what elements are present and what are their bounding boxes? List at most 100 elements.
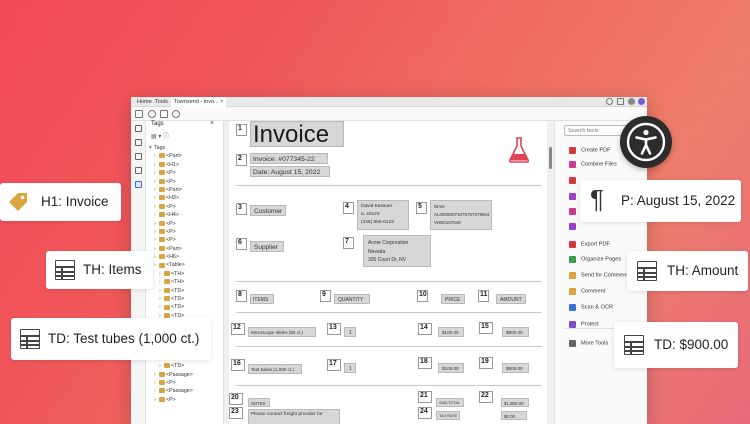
tag-tree-item[interactable]: ›<TD> (149, 287, 224, 295)
document-scrollbar[interactable] (547, 121, 554, 424)
tag-tree-item[interactable]: › <Part> (149, 245, 224, 253)
tag-order-marker: 3 (236, 203, 247, 215)
row2-quantity: 1 (344, 363, 356, 373)
tag-tree-item[interactable]: › <Part> (149, 186, 224, 194)
tool-item[interactable]: Comment (569, 288, 605, 298)
tag-tree-item[interactable]: › <H6> (149, 253, 224, 261)
tag-tree-label: <P> (166, 220, 176, 227)
tool-label: Create PDF (581, 147, 611, 154)
avatar[interactable] (638, 98, 645, 105)
table-icon (55, 260, 75, 280)
notifications-icon[interactable] (617, 98, 624, 105)
tag-order-marker: 21 (418, 391, 432, 403)
divider (236, 385, 542, 386)
supplier-line: Nevada (368, 248, 386, 255)
row2-price: $100.00 (438, 363, 464, 373)
tag-tree-item[interactable]: › <Passage> (149, 371, 224, 379)
attachment-icon[interactable] (135, 167, 142, 174)
save-icon[interactable] (135, 110, 143, 118)
tag-tree-item[interactable]: › <H4> (149, 211, 224, 219)
tag-icon[interactable] (135, 181, 142, 188)
tab-home[interactable]: Home (137, 99, 152, 105)
tag-order-marker: 11 (478, 290, 489, 302)
tab-document[interactable]: Townsend - Invo... × (171, 97, 227, 107)
upload-icon[interactable] (148, 110, 156, 118)
tag-tree-item[interactable]: › <Table> (149, 261, 224, 269)
tag-tree-label: Tags (154, 145, 166, 151)
tool-item[interactable]: Organize Pages (569, 256, 621, 266)
tag-icon (159, 388, 165, 394)
tag-tree-label: <Passage> (166, 371, 193, 378)
tag-icon (164, 279, 170, 285)
tag-order-marker: 10 (417, 290, 428, 302)
customer-line: (345) 555-0123 (361, 220, 394, 225)
tag-icon (159, 212, 165, 218)
tag-tree-item[interactable]: ›<TD> (149, 362, 224, 370)
tool-item[interactable]: Protect (569, 321, 599, 331)
tag-tree-label: <P> (166, 379, 176, 386)
customer-line: IL 40123 (361, 212, 380, 217)
tag-tree-item[interactable]: › <H3> (149, 194, 224, 202)
tool-item[interactable] (569, 223, 581, 233)
tool-icon (569, 256, 576, 263)
search-icon[interactable] (172, 110, 180, 118)
tag-tree-label: <TH> (171, 279, 185, 286)
scrollbar-thumb[interactable] (549, 147, 552, 169)
tag-tree-item[interactable]: › <Part> (149, 152, 224, 160)
tool-icon (569, 241, 576, 248)
tag-icon (159, 170, 165, 176)
tag-icon (164, 304, 170, 310)
tag-icon (164, 363, 170, 369)
tag-tree-item[interactable]: › <Passage> (149, 387, 224, 395)
bookmark-icon[interactable] (135, 139, 142, 146)
tool-icon (569, 272, 576, 279)
apps-icon[interactable] (628, 98, 635, 105)
tag-tree-item[interactable]: › <TH> (149, 270, 224, 278)
tool-item[interactable]: Combine Files (569, 161, 617, 171)
layers-icon[interactable] (135, 153, 142, 160)
paragraph-icon: ¶ (590, 184, 604, 214)
tab-close-icon[interactable]: × (220, 99, 223, 105)
tag-tree-item[interactable]: › <P> (149, 379, 224, 387)
tag-tree-label: <Part> (166, 245, 182, 252)
tag-tree-item[interactable]: › <P> (149, 169, 224, 177)
tag-tree-label: <H1> (166, 161, 179, 168)
pages-icon[interactable] (135, 125, 142, 132)
tag-order-marker: 20 (229, 393, 243, 405)
tag-tree-item[interactable]: ›<TD> (149, 303, 224, 311)
tab-tools[interactable]: Tools (155, 99, 168, 105)
customer-label: Customer (250, 205, 286, 216)
iban-line: VHB0107648 (434, 220, 461, 225)
tool-item[interactable]: Export PDF (569, 241, 610, 251)
callout-td-test-tubes: TD: Test tubes (1,000 ct.) (11, 318, 211, 360)
tool-item[interactable]: More Tools (569, 340, 608, 350)
tag-tree-item[interactable]: › <TH> (149, 278, 224, 286)
acrobat-window: Home Tools Townsend - Invo... × Tags × ▤… (131, 97, 647, 424)
accessibility-icon (626, 122, 666, 162)
tag-order-marker: 4 (343, 202, 354, 214)
iban-block: IBAN AL09090071075787079904 VHB0107648 (430, 200, 492, 230)
tags-options-menu[interactable]: ▤ ▾ ⓘ (151, 131, 169, 140)
tag-icon (159, 229, 165, 234)
tag-tree-item[interactable]: › <P> (149, 236, 224, 244)
tag-tree-item[interactable]: ▾ Tags (149, 144, 224, 152)
tag-icon (159, 178, 165, 184)
callout-td-amount: TD: $900.00 (614, 322, 738, 368)
tool-item[interactable]: Send for Comments (569, 272, 631, 282)
tag-tree-item[interactable]: › <P> (149, 228, 224, 236)
tag-tree-item[interactable]: › <P> (149, 203, 224, 211)
tag-tree-item[interactable]: › <P> (149, 220, 224, 228)
tags-panel-title: Tags (151, 121, 164, 127)
tool-icon (569, 147, 576, 154)
tool-item[interactable]: Create PDF (569, 147, 611, 157)
print-icon[interactable] (160, 110, 168, 118)
invoice-date: Date: August 15, 2022 (250, 166, 330, 177)
subtotal-label: SUB-TOTAL (436, 398, 464, 407)
tags-panel-close-icon[interactable]: × (210, 120, 214, 127)
tool-item[interactable]: Scan & OCR (569, 304, 613, 314)
help-icon[interactable] (606, 98, 613, 105)
tag-tree-item[interactable]: ›<TD> (149, 295, 224, 303)
tag-tree-item[interactable]: › <P> (149, 178, 224, 186)
tag-tree-item[interactable]: › <H1> (149, 161, 224, 169)
tag-tree-item[interactable]: › <P> (149, 396, 224, 404)
